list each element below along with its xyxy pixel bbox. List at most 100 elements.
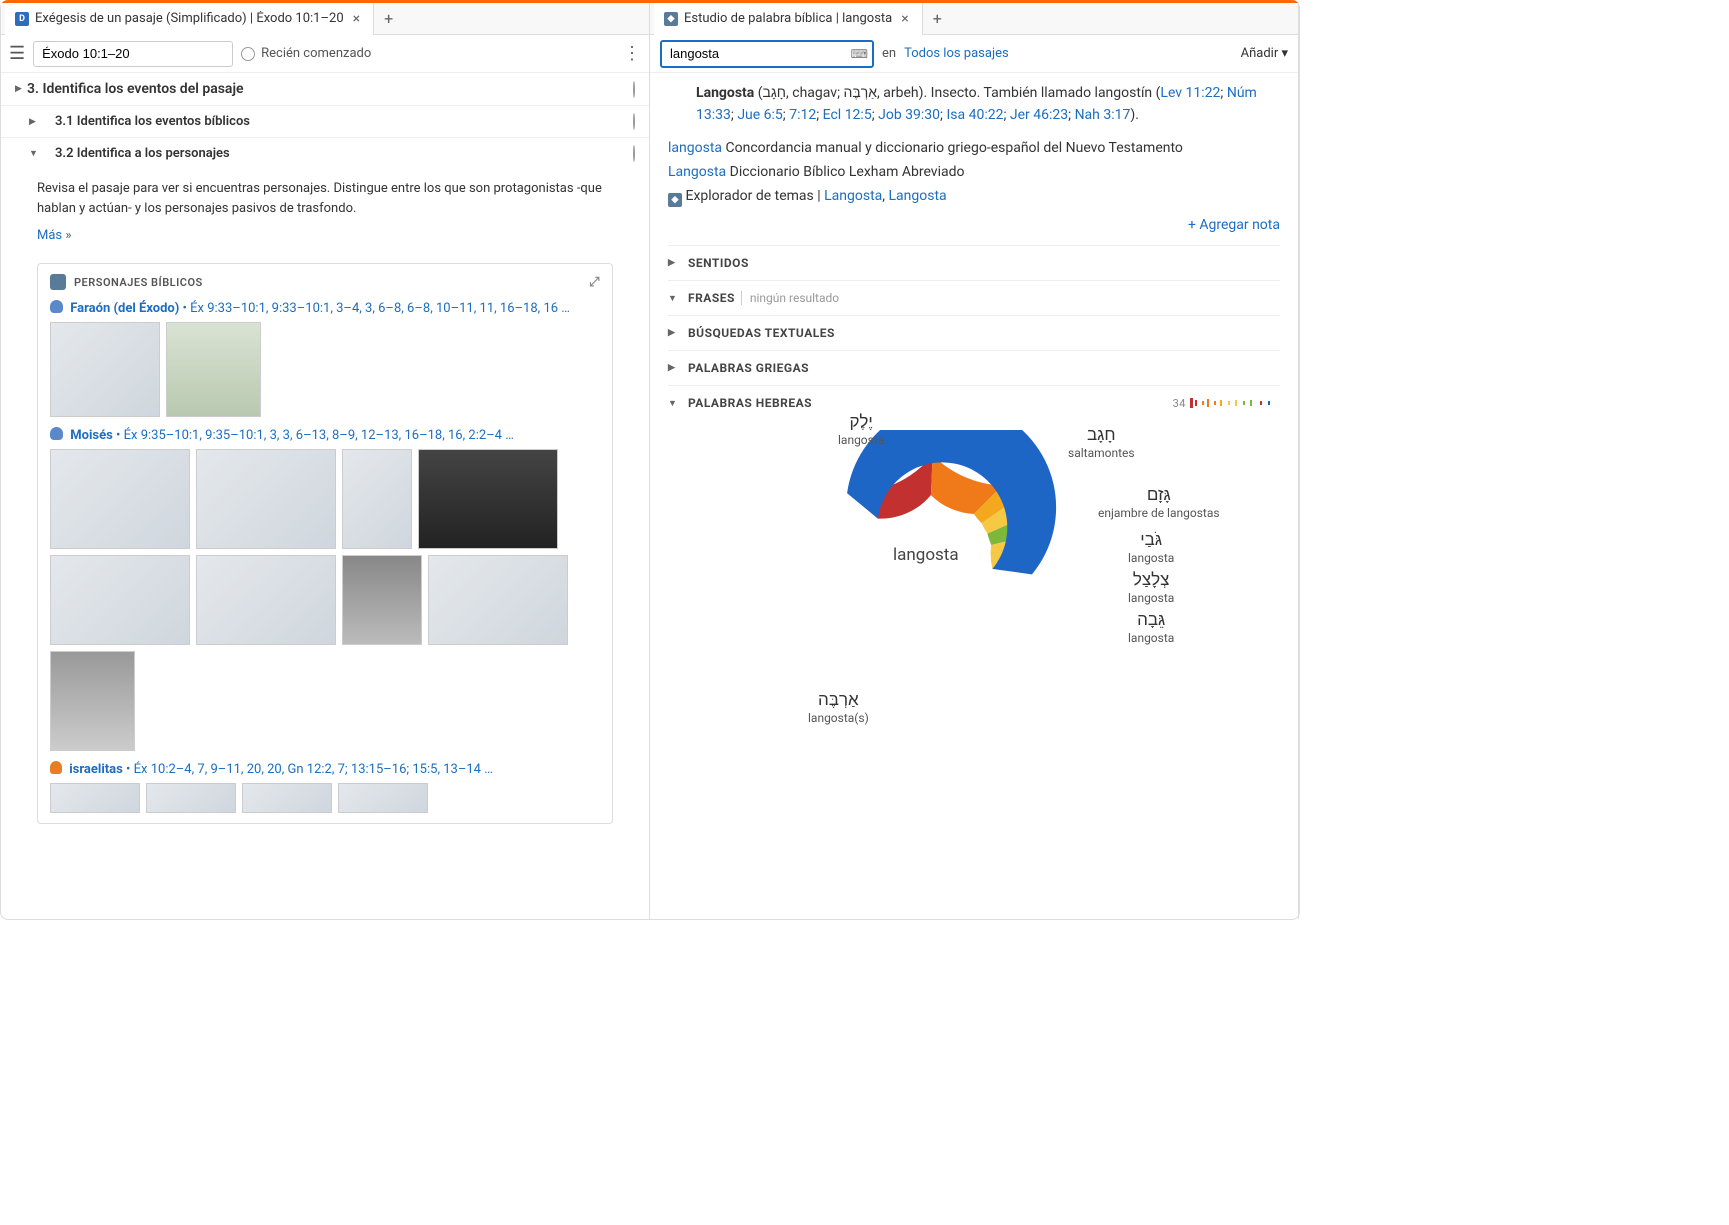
thumbnail[interactable] xyxy=(418,449,558,549)
thumbnail[interactable] xyxy=(342,555,422,645)
right-tabs: ◆ Estudio de palabra bíblica | langosta … xyxy=(650,3,1298,35)
scripture-link[interactable]: Ecl 12:5 xyxy=(823,107,872,123)
section-body: Revisa el pasaje para ver si encuentras … xyxy=(1,169,649,224)
ring-slice-label[interactable]: יֶלֶקlangosta xyxy=(838,412,884,447)
thumbnail[interactable] xyxy=(50,651,135,751)
definition-block: Langosta (חָגָב, chagav; אַרְבֶּה, arbeh… xyxy=(668,83,1280,136)
concordance-text: Concordancia manual y diccionario griego… xyxy=(722,140,1183,156)
acc-label: FRASES xyxy=(688,291,735,305)
new-tab-button[interactable]: + xyxy=(374,9,403,28)
entity-name[interactable]: israelitas xyxy=(69,762,123,777)
card-title: PERSONAJES BÍBLICOS xyxy=(74,276,203,289)
dictionary-text: Diccionario Bíblico Lexham Abreviado xyxy=(726,164,964,180)
tab-exegesis[interactable]: D Exégesis de un pasaje (Simplificado) |… xyxy=(5,3,374,35)
close-icon[interactable]: × xyxy=(898,11,911,27)
entity-israelitas: israelitas • Éx 10:2–4, 7, 9–11, 20, 20,… xyxy=(50,761,600,777)
explorer-link-1[interactable]: Langosta xyxy=(824,188,882,204)
acc-griegas[interactable]: ▶PALABRAS GRIEGAS xyxy=(668,350,1280,385)
thumbnail[interactable] xyxy=(50,322,160,417)
explorer-pre: Explorador de temas | xyxy=(685,188,824,204)
def-text: (חָגָב, chagav; אַרְבֶּה, arbeh). Insect… xyxy=(754,85,1160,101)
entity-refs[interactable]: • Éx 9:33–10:1, 9:33–10:1, 3–4, 3, 6–8, … xyxy=(183,301,570,316)
thumbnail[interactable] xyxy=(50,449,190,549)
section-3-2[interactable]: ▼ 3.2 Identifica a los personajes xyxy=(1,138,649,169)
keyboard-icon[interactable]: ⌨ xyxy=(851,47,868,61)
thumbnail[interactable] xyxy=(342,449,412,549)
more-link[interactable]: Más » xyxy=(1,224,649,255)
tab-title: Exégesis de un pasaje (Simplificado) | É… xyxy=(35,11,344,26)
scripture-link[interactable]: Jer 46:23 xyxy=(1010,107,1068,123)
scripture-link[interactable]: Job 39:30 xyxy=(878,107,940,123)
person-icon xyxy=(50,300,63,313)
ring-chart[interactable]: langosta יֶלֶקlangostaחָגָבsaltamontesגָ… xyxy=(668,420,1280,700)
study-icon: ◆ xyxy=(664,12,678,26)
acc-sentidos[interactable]: ▶SENTIDOS xyxy=(668,245,1280,280)
add-button[interactable]: Añadir ▾ xyxy=(1241,46,1288,61)
scripture-link[interactable]: Isa 40:22 xyxy=(946,107,1003,123)
right-pane: ◆ Estudio de palabra bíblica | langosta … xyxy=(650,3,1299,919)
explorer-icon: ◆ xyxy=(668,193,682,207)
section-label: 3. Identifica los eventos del pasaje xyxy=(27,81,244,97)
entity-faraon: Faraón (del Éxodo) • Éx 9:33–10:1, 9:33–… xyxy=(50,300,600,316)
chevron-right-icon: ▶ xyxy=(668,363,678,373)
ring-slice-label[interactable]: צְלָצַלlangosta xyxy=(1128,570,1174,605)
doc-icon: D xyxy=(15,12,29,26)
new-tab-button[interactable]: + xyxy=(923,9,952,28)
ring-slice-label[interactable]: גֹּבַיlangosta xyxy=(1128,530,1174,565)
progress-circle-icon xyxy=(633,146,635,161)
left-pane: D Exégesis de un pasaje (Simplificado) |… xyxy=(1,3,650,919)
person-icon xyxy=(50,427,63,440)
thumbnail[interactable] xyxy=(146,783,236,813)
scope-link[interactable]: Todos los pasajes xyxy=(904,46,1009,61)
card-header: PERSONAJES BÍBLICOS ⤢ xyxy=(50,274,600,290)
acc-busquedas[interactable]: ▶BÚSQUEDAS TEXTUALES xyxy=(668,315,1280,350)
section-3-1[interactable]: ▶ 3.1 Identifica los eventos bíblicos xyxy=(1,106,649,138)
entity-refs[interactable]: • Éx 10:2–4, 7, 9–11, 20, 20, Gn 12:2, 7… xyxy=(126,762,493,777)
menu-icon[interactable]: ☰ xyxy=(9,43,25,64)
dictionary-link[interactable]: Langosta xyxy=(668,164,726,180)
israel-thumbs xyxy=(50,783,600,813)
thumbnail[interactable] xyxy=(428,555,568,645)
ring-slice-label[interactable]: אַרְבֶּהlangosta(s) xyxy=(808,690,869,725)
scripture-link[interactable]: Jue 6:5 xyxy=(737,107,782,123)
entity-name[interactable]: Moisés xyxy=(70,428,113,443)
thumbnail[interactable] xyxy=(196,449,336,549)
search-wrap: ⌨ xyxy=(660,40,874,68)
thumbnail[interactable] xyxy=(166,322,261,417)
flame-icon xyxy=(50,761,62,774)
scripture-link[interactable]: Nah 3:17 xyxy=(1075,107,1131,123)
ring-slice-label[interactable]: חָגָבsaltamontes xyxy=(1068,425,1135,460)
entity-name[interactable]: Faraón (del Éxodo) xyxy=(70,301,179,316)
acc-hebreas[interactable]: ▼PALABRAS HEBREAS 34 xyxy=(668,385,1280,420)
search-input[interactable] xyxy=(660,40,874,68)
passage-input[interactable] xyxy=(33,41,233,67)
thumbnail[interactable] xyxy=(196,555,336,645)
concordance-line: langosta Concordancia manual y diccionar… xyxy=(668,136,1280,160)
thumbnail[interactable] xyxy=(338,783,428,813)
entity-refs[interactable]: • Éx 9:35–10:1, 9:35–10:1, 3, 3, 6–13, 8… xyxy=(116,428,514,443)
acc-label: SENTIDOS xyxy=(688,256,749,270)
expand-icon[interactable]: ⤢ xyxy=(589,275,600,290)
thumbnail[interactable] xyxy=(50,783,140,813)
acc-frases[interactable]: ▼FRASESningún resultado xyxy=(668,280,1280,315)
add-note-link[interactable]: + Agregar nota xyxy=(668,211,1280,245)
scripture-link[interactable]: 7:12 xyxy=(789,107,816,123)
acc-label: PALABRAS HEBREAS xyxy=(688,396,812,410)
status-text: Recién comenzado xyxy=(261,46,371,61)
ring-slice-label[interactable]: גָּזָםenjambre de langostas xyxy=(1098,485,1220,520)
left-tabs: D Exégesis de un pasaje (Simplificado) |… xyxy=(1,3,649,35)
thumbnail[interactable] xyxy=(242,783,332,813)
ring-slice-label[interactable]: גֵּבָהlangosta xyxy=(1128,610,1174,645)
book-icon xyxy=(50,274,66,290)
section-3[interactable]: ▶ 3. Identifica los eventos del pasaje xyxy=(1,73,649,106)
kebab-menu-icon[interactable]: ⋮ xyxy=(623,43,641,64)
explorer-link-2[interactable]: Langosta xyxy=(889,188,947,204)
thumbnail[interactable] xyxy=(50,555,190,645)
acc-label: BÚSQUEDAS TEXTUALES xyxy=(688,326,835,340)
status: Recién comenzado xyxy=(241,46,371,61)
scripture-link[interactable]: Lev 11:22 xyxy=(1160,85,1220,101)
progress-circle-icon xyxy=(633,114,635,129)
concordance-link[interactable]: langosta xyxy=(668,140,722,156)
tab-wordstudy[interactable]: ◆ Estudio de palabra bíblica | langosta … xyxy=(654,3,923,35)
close-icon[interactable]: × xyxy=(350,11,363,27)
